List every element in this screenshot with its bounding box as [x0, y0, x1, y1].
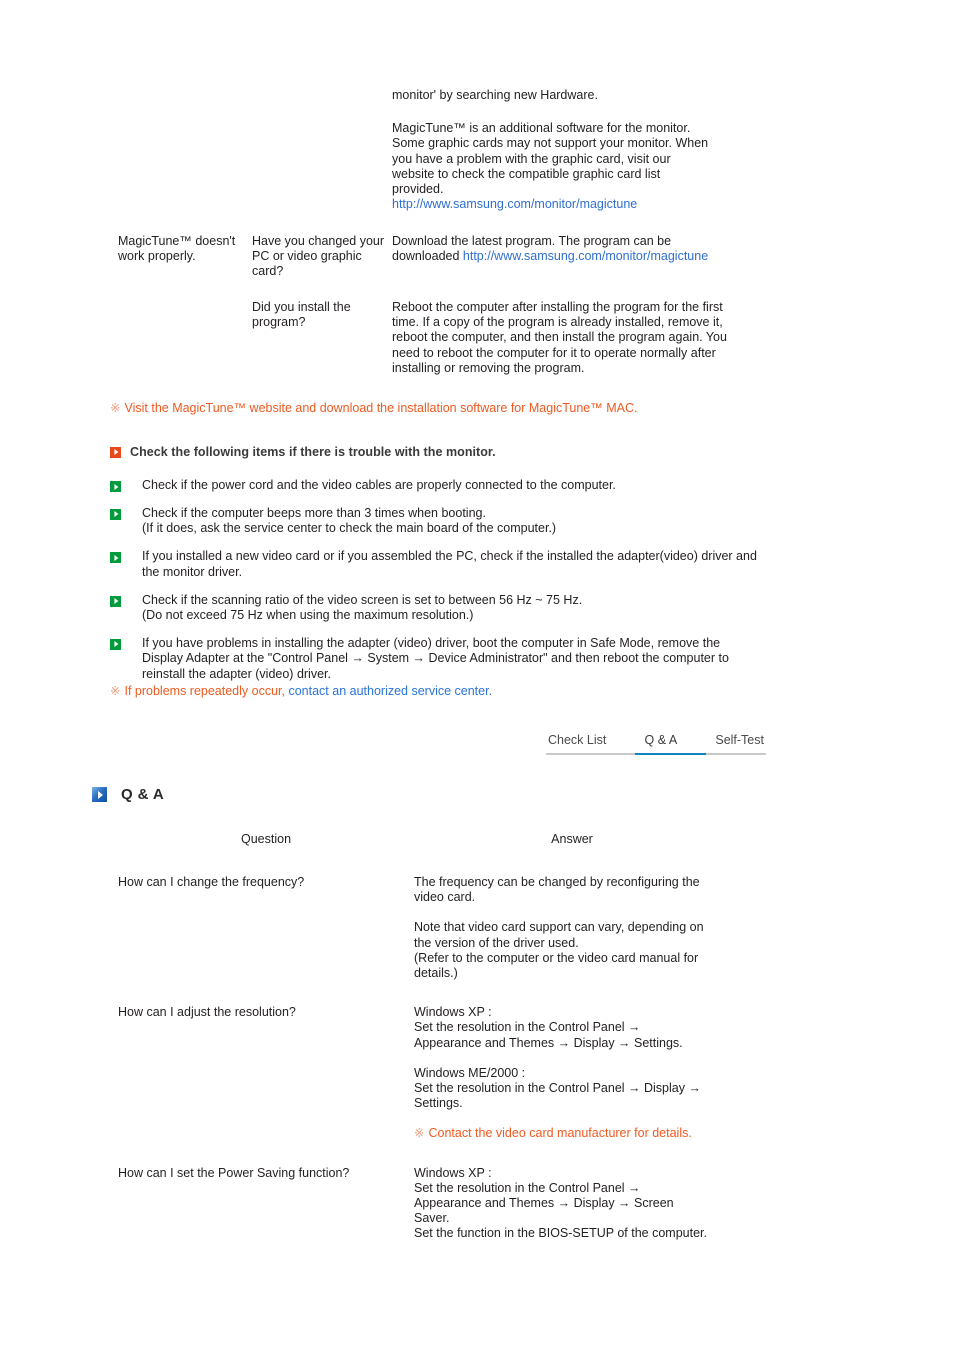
answer-line: the version of the driver used. — [414, 935, 579, 950]
reference-mark-icon: ※ — [110, 401, 121, 415]
reference-mark-icon: ※ — [414, 1126, 425, 1141]
qa-answer-note: ※ Contact the video card manufacturer for… — [414, 1126, 744, 1141]
list-item-line: If you installed a new video card or if … — [142, 549, 757, 579]
tab-self-test[interactable]: Self-Test — [713, 733, 766, 753]
qa-header-answer: Answer — [551, 832, 593, 846]
qa-answer-note-text: Contact the video card manufacturer for … — [428, 1126, 692, 1141]
service-center-link[interactable]: contact an authorized service center. — [288, 684, 492, 698]
answer-line: Note that video card support can vary, d… — [414, 920, 704, 935]
qa-question-cell: How can I adjust the resolution? — [118, 1005, 296, 1020]
qa-header-question: Question — [240, 832, 292, 846]
answer-paragraph: Windows XP : Set the resolution in the C… — [414, 1166, 744, 1242]
troubleshoot-row: MagicTune™ doesn't work properly. Have y… — [118, 234, 778, 280]
list-item-line: Check if the scanning ratio of the video… — [142, 592, 583, 607]
list-item-line: (If it does, ask the service center to c… — [142, 521, 557, 536]
list-item-line: Check if the computer beeps more than 3 … — [142, 505, 486, 520]
notice-text: Visit the MagicTune™ website and downloa… — [124, 401, 638, 415]
answer-line: details.) — [414, 966, 458, 981]
green-arrow-icon — [110, 481, 121, 492]
list-item: If you installed a new video card or if … — [110, 549, 770, 580]
list-item: If you have problems in installing the a… — [110, 636, 770, 682]
answer-line: (Refer to the computer or the video card… — [414, 950, 699, 965]
list-item-line: Check if the power cord and the video ca… — [142, 478, 616, 492]
list-item: Check if the power cord and the video ca… — [110, 478, 770, 493]
intro-first-line: monitor' by searching new Hardware. — [392, 88, 598, 102]
intro-paragraph-line: website to check the compatible graphic … — [392, 166, 661, 181]
qa-section-title: Q & A — [121, 786, 165, 803]
green-arrow-icon — [110, 595, 121, 607]
list-item-line: (Do not exceed 75 Hz when using the maxi… — [142, 607, 474, 622]
answer-cell: Reboot the computer after installing the… — [392, 300, 727, 375]
troubleshoot-row: Did you install the program? Reboot the … — [252, 300, 772, 376]
tab-q-and-a[interactable]: Q & A — [643, 733, 680, 753]
intro-paragraph: MagicTune™ is an additional software for… — [392, 121, 737, 212]
qa-table: Question Answer How can I change the fre… — [118, 832, 768, 1242]
table-row: How can I adjust the resolution? Windows… — [118, 1005, 768, 1141]
list-item: Check if the computer beeps more than 3 … — [110, 506, 770, 537]
list-item-text: Check if the power cord and the video ca… — [142, 478, 760, 493]
list-item-text: If you installed a new video card or if … — [142, 549, 760, 580]
answer-line: Appearance and Themes → Display → Settin… — [414, 1035, 683, 1050]
tab-check-list[interactable]: Check List — [546, 733, 608, 753]
document-page: monitor' by searching new Hardware. Magi… — [0, 0, 954, 1351]
qa-section-heading: Q & A — [92, 786, 164, 803]
answer-paragraph: Windows ME/2000 : Set the resolution in … — [414, 1066, 744, 1112]
check-items-heading-label: Check the following items if there is tr… — [130, 445, 496, 459]
answer-line: Set the resolution in the Control Panel … — [414, 1081, 701, 1096]
qa-answer-cell: The frequency can be changed by reconfig… — [414, 875, 744, 981]
answer-cell: Download the latest program. The program… — [392, 234, 737, 264]
list-item-text: Check if the computer beeps more than 3 … — [142, 506, 760, 537]
tab-bar: Check List Q & A Self-Test — [546, 733, 766, 755]
question-cell: Did you install the program? — [252, 300, 351, 330]
list-item: Check if the scanning ratio of the video… — [110, 593, 770, 624]
intro-paragraph-line: provided. — [392, 182, 444, 197]
table-row: How can I change the frequency? The freq… — [118, 875, 768, 981]
answer-line: Appearance and Themes → Display → Screen — [414, 1196, 674, 1211]
table-row: How can I set the Power Saving function?… — [118, 1166, 768, 1242]
qa-table-header-row: Question Answer — [118, 832, 768, 846]
intro-paragraph-line: you have a problem with the graphic card… — [392, 151, 671, 166]
answer-line: video card. — [414, 890, 476, 905]
green-arrow-icon — [110, 552, 121, 564]
question-cell: Have you changed your PC or video graphi… — [252, 234, 385, 279]
list-item-text: Check if the scanning ratio of the video… — [142, 593, 760, 624]
intro-block: monitor' by searching new Hardware. Magi… — [392, 88, 737, 212]
notice-service-center: ※ If problems repeatedly occur, contact a… — [110, 684, 492, 699]
magictune-download-link[interactable]: http://www.samsung.com/monitor/magictune — [463, 249, 708, 263]
check-items-list: Check if the power cord and the video ca… — [110, 478, 770, 695]
answer-line: Set the resolution in the Control Panel … — [414, 1020, 641, 1035]
answer-paragraph: Note that video card support can vary, d… — [414, 920, 744, 981]
tab-active-indicator — [635, 753, 706, 755]
check-items-heading: Check the following items if there is tr… — [110, 445, 496, 459]
green-arrow-icon — [110, 638, 121, 650]
qa-question-cell: How can I set the Power Saving function? — [118, 1165, 350, 1180]
qa-question-cell: How can I change the frequency? — [118, 875, 305, 889]
symptom-cell: MagicTune™ doesn't work properly. — [118, 234, 236, 264]
notice-magictune-mac: ※ Visit the MagicTune™ website and downlo… — [110, 401, 637, 416]
orange-arrow-icon — [110, 446, 121, 458]
intro-paragraph-line: MagicTune™ is an additional software for… — [392, 121, 691, 136]
answer-paragraph: The frequency can be changed by reconfig… — [414, 875, 744, 905]
tab-underline — [546, 753, 766, 755]
answer-line: Settings. — [414, 1096, 463, 1111]
reference-mark-icon: ※ — [110, 684, 121, 698]
list-item-text: If you have problems in installing the a… — [142, 636, 760, 682]
answer-line: Windows ME/2000 : — [414, 1065, 526, 1080]
notice-text: If problems repeatedly occur, — [124, 684, 289, 698]
intro-paragraph-line: Some graphic cards may not support your … — [392, 136, 709, 151]
answer-line: Saver. — [414, 1211, 450, 1226]
magictune-download-link[interactable]: http://www.samsung.com/monitor/magictune — [392, 197, 737, 212]
list-item-line: If you have problems in installing the a… — [142, 635, 729, 681]
answer-paragraph: Windows XP : Set the resolution in the C… — [414, 1005, 744, 1051]
answer-line: Windows XP : — [414, 1165, 492, 1180]
qa-answer-cell: Windows XP : Set the resolution in the C… — [414, 1166, 744, 1242]
answer-line: Set the resolution in the Control Panel … — [414, 1180, 641, 1195]
answer-line: Set the function in the BIOS-SETUP of th… — [414, 1226, 707, 1241]
qa-answer-cell: Windows XP : Set the resolution in the C… — [414, 1005, 744, 1141]
blue-arrow-icon — [92, 787, 107, 802]
green-arrow-icon — [110, 508, 121, 520]
answer-line: The frequency can be changed by reconfig… — [414, 875, 700, 889]
answer-line: Windows XP : — [414, 1005, 492, 1020]
tab-list: Check List Q & A Self-Test — [546, 733, 766, 753]
